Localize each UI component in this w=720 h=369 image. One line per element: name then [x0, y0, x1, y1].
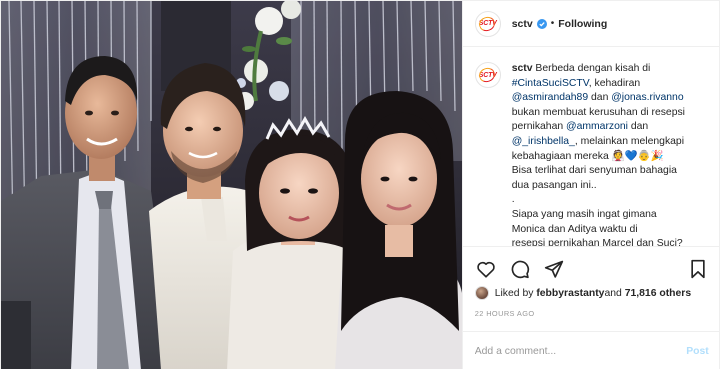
liker-username[interactable]: febbyrastanty: [536, 288, 604, 299]
action-bar: [463, 251, 720, 287]
caption-text-part: , melainkan melengkapi: [574, 135, 685, 147]
caption-line: Bisa terlihat dari senyuman bahagia: [512, 164, 709, 179]
comment-icon: [511, 260, 529, 279]
instagram-post: SCTV sctv • Following SCTV sctv Berbeda …: [0, 0, 720, 369]
post-photo[interactable]: [1, 1, 462, 369]
likes-count-link[interactable]: 71,816 others: [625, 288, 691, 299]
comments-area[interactable]: SCTV sctv Berbeda dengan kisah di #Cinta…: [462, 48, 720, 247]
likes-prefix: Liked by: [494, 287, 534, 299]
caption-text-part: , kehadiran: [588, 77, 641, 89]
caption-line: pernikahan @ammarzoni dan: [512, 120, 709, 135]
likes-summary: Liked by febbyrastanty and 71,816 others: [474, 285, 691, 301]
post-timestamp[interactable]: 22 HOURS AGO: [475, 309, 535, 318]
caption-line: @asmirandah89 dan @jonas.rivanno: [512, 91, 709, 106]
caption-text-part: Siapa yang masih ingat gimana: [511, 208, 657, 220]
caption-text-part: dua pasangan ini..: [511, 179, 597, 191]
caption-text: sctv Berbeda dengan kisah di #CintaSuciS…: [511, 62, 709, 247]
person-right: [335, 91, 462, 369]
mention-link[interactable]: @asmirandah89: [512, 92, 588, 103]
caption-line: resepsi pernikahan Marcel dan Suci?: [511, 237, 709, 247]
bookmark-icon: [691, 259, 705, 279]
heart-icon: [476, 261, 495, 278]
verified-badge-icon: [536, 18, 547, 29]
follow-separator: •: [550, 18, 555, 29]
caption-line: bukan membuat kerusuhan di resepsi: [512, 106, 709, 121]
likes-middle: and: [604, 287, 622, 299]
caption-line: Monica dan Aditya waktu di: [512, 223, 709, 238]
save-button[interactable]: [687, 258, 709, 280]
caption-text-part: bukan membuat kerusuhan di resepsi: [511, 106, 685, 118]
caption-line: #CintaSuciSCTV, kehadiran: [512, 77, 709, 92]
mention-link[interactable]: @ammarzoni: [566, 121, 628, 132]
liker-avatar[interactable]: [474, 286, 489, 300]
sctv-logo-icon: [476, 65, 497, 85]
post-side-panel: SCTV sctv • Following SCTV sctv Berbeda …: [461, 1, 720, 369]
mention-link[interactable]: @jonas.rivanno: [611, 92, 683, 103]
caption: SCTV sctv Berbeda dengan kisah di #Cinta…: [474, 62, 709, 247]
caption-line: .: [512, 193, 709, 208]
comment-button[interactable]: [509, 258, 531, 280]
caption-text-part: Monica dan Aditya waktu di: [511, 223, 638, 235]
sctv-logo-icon: [476, 14, 497, 33]
hashtag-link[interactable]: #CintaSuciSCTV: [512, 78, 589, 89]
account-avatar[interactable]: SCTV: [474, 10, 501, 37]
caption-line: @_irishbella_, melainkan melengkapi: [512, 135, 709, 150]
share-icon: [544, 260, 563, 278]
caption-text-part: dan: [588, 92, 612, 104]
group-selfie-image: [1, 1, 462, 369]
caption-line: kebahagiaan mereka 👰💙👵🎉: [512, 150, 709, 165]
share-button[interactable]: [543, 258, 565, 280]
caption-username[interactable]: sctv: [512, 63, 533, 74]
like-button[interactable]: [475, 258, 497, 280]
caption-text-part: pernikahan: [511, 121, 567, 133]
comment-input[interactable]: [474, 345, 679, 357]
post-comment-button[interactable]: Post: [686, 346, 709, 357]
caption-text-part: kebahagiaan mereka 👰💙👵🎉: [511, 150, 664, 162]
account-username[interactable]: sctv: [512, 18, 533, 30]
following-button[interactable]: Following: [558, 18, 607, 30]
caption-text-part: dan: [627, 121, 649, 133]
caption-line: sctv Berbeda dengan kisah di: [512, 62, 709, 77]
caption-text-part: Bisa terlihat dari senyuman bahagia: [511, 165, 677, 177]
caption-line: Siapa yang masih ingat gimana: [512, 208, 709, 223]
caption-text-part: Berbeda dengan kisah di: [535, 63, 651, 74]
post-header: SCTV sctv • Following: [462, 1, 719, 47]
caption-text-part: resepsi pernikahan Marcel dan Suci?: [511, 238, 683, 247]
mention-link[interactable]: @_irishbella_: [512, 136, 575, 147]
caption-text-part: .: [511, 194, 515, 206]
caption-line: dua pasangan ini..: [512, 179, 709, 194]
caption-avatar[interactable]: SCTV: [474, 62, 501, 88]
add-comment-bar: Post: [462, 331, 720, 369]
